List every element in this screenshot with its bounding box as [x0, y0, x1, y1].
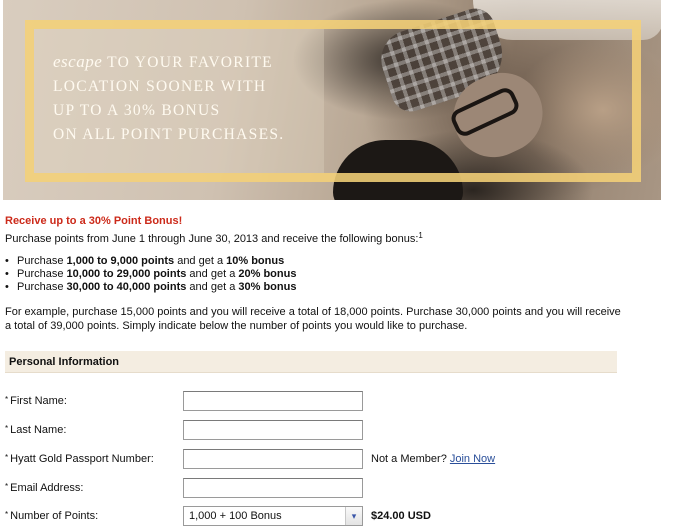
passport-number-field[interactable] [183, 449, 363, 469]
promo-intro: Purchase points from June 1 through June… [5, 231, 665, 246]
passport-label-text: Hyatt Gold Passport Number: [10, 453, 154, 465]
promo-example: For example, purchase 15,000 points and … [5, 306, 621, 332]
first-name-field[interactable] [183, 391, 363, 411]
tier-bonus: 30% bonus [238, 281, 297, 293]
banner-tagline-line3: UP TO A 30% BONUS [53, 102, 221, 119]
tier-range: 1,000 to 9,000 points [66, 255, 175, 267]
promo-content: Receive up to a 30% Point Bonus! Purchas… [5, 214, 665, 333]
chevron-down-icon[interactable]: ▾ [345, 507, 362, 525]
required-marker: * [5, 482, 9, 491]
tier-mid: and get a [186, 268, 239, 280]
banner-tagline-line1: TO YOUR FAVORITE [107, 54, 273, 71]
form-row-passport: * Hyatt Gold Passport Number: Not a Membe… [5, 449, 665, 471]
form-row-last-name: * Last Name: [5, 420, 665, 442]
footnote-marker: 1 [418, 231, 423, 240]
last-name-label: * Last Name: [5, 424, 66, 436]
join-now-link[interactable]: Join Now [450, 453, 495, 465]
first-name-label: * First Name: [5, 395, 67, 407]
tier-bonus: 20% bonus [238, 268, 297, 280]
required-marker: * [5, 424, 9, 433]
not-member-text: Not a Member? [371, 453, 447, 465]
email-label-text: Email Address: [10, 482, 84, 494]
email-field[interactable] [183, 478, 363, 498]
last-name-field[interactable] [183, 420, 363, 440]
tier-prefix: Purchase [17, 268, 67, 280]
required-marker: * [5, 395, 9, 404]
last-name-label-text: Last Name: [10, 424, 67, 436]
form-row-email: * Email Address: [5, 478, 665, 500]
points-label-text: Number of Points: [10, 510, 99, 522]
banner-tagline-line4: ON ALL POINT PURCHASES. [53, 126, 285, 143]
bullet-icon: • [5, 281, 9, 293]
tier-bonus: 10% bonus [226, 255, 285, 267]
bonus-tier-item: • Purchase 1,000 to 9,000 points and get … [5, 255, 665, 268]
first-name-label-text: First Name: [10, 395, 67, 407]
bullet-icon: • [5, 255, 9, 267]
required-marker: * [5, 453, 9, 462]
section-header-personal-info: Personal Information [5, 351, 617, 373]
not-member-prompt: Not a Member? Join Now [371, 453, 495, 465]
banner-tagline-line2: LOCATION SOONER WITH [53, 78, 267, 95]
form-row-first-name: * First Name: [5, 391, 665, 413]
promo-intro-text: Purchase points from June 1 through June… [5, 233, 419, 245]
promo-headline: Receive up to a 30% Point Bonus! [5, 215, 183, 227]
required-marker: * [5, 510, 9, 519]
price-display: $24.00 USD [371, 510, 431, 522]
tier-prefix: Purchase [17, 255, 67, 267]
bonus-tier-item: • Purchase 10,000 to 29,000 points and ge… [5, 268, 665, 281]
bullet-icon: • [5, 268, 9, 280]
promo-banner-image: escape TO YOUR FAVORITE LOCATION SOONER … [3, 0, 661, 200]
banner-tagline: escape TO YOUR FAVORITE LOCATION SOONER … [53, 50, 284, 147]
bonus-tier-item: • Purchase 30,000 to 40,000 points and ge… [5, 281, 665, 294]
tier-mid: and get a [186, 281, 239, 293]
points-select[interactable]: 1,000 + 100 Bonus ▾ [183, 506, 363, 526]
email-label: * Email Address: [5, 482, 84, 494]
banner-tagline-lead: escape [53, 52, 103, 71]
points-select-value: 1,000 + 100 Bonus [189, 510, 282, 522]
passport-label: * Hyatt Gold Passport Number: [5, 453, 154, 465]
bonus-tier-list: • Purchase 1,000 to 9,000 points and get … [5, 255, 665, 294]
form-row-points: * Number of Points: 1,000 + 100 Bonus ▾ $… [5, 506, 665, 528]
tier-mid: and get a [174, 255, 227, 267]
tier-range: 10,000 to 29,000 points [66, 268, 187, 280]
tier-range: 30,000 to 40,000 points [66, 281, 187, 293]
tier-prefix: Purchase [17, 281, 67, 293]
points-label: * Number of Points: [5, 510, 98, 522]
